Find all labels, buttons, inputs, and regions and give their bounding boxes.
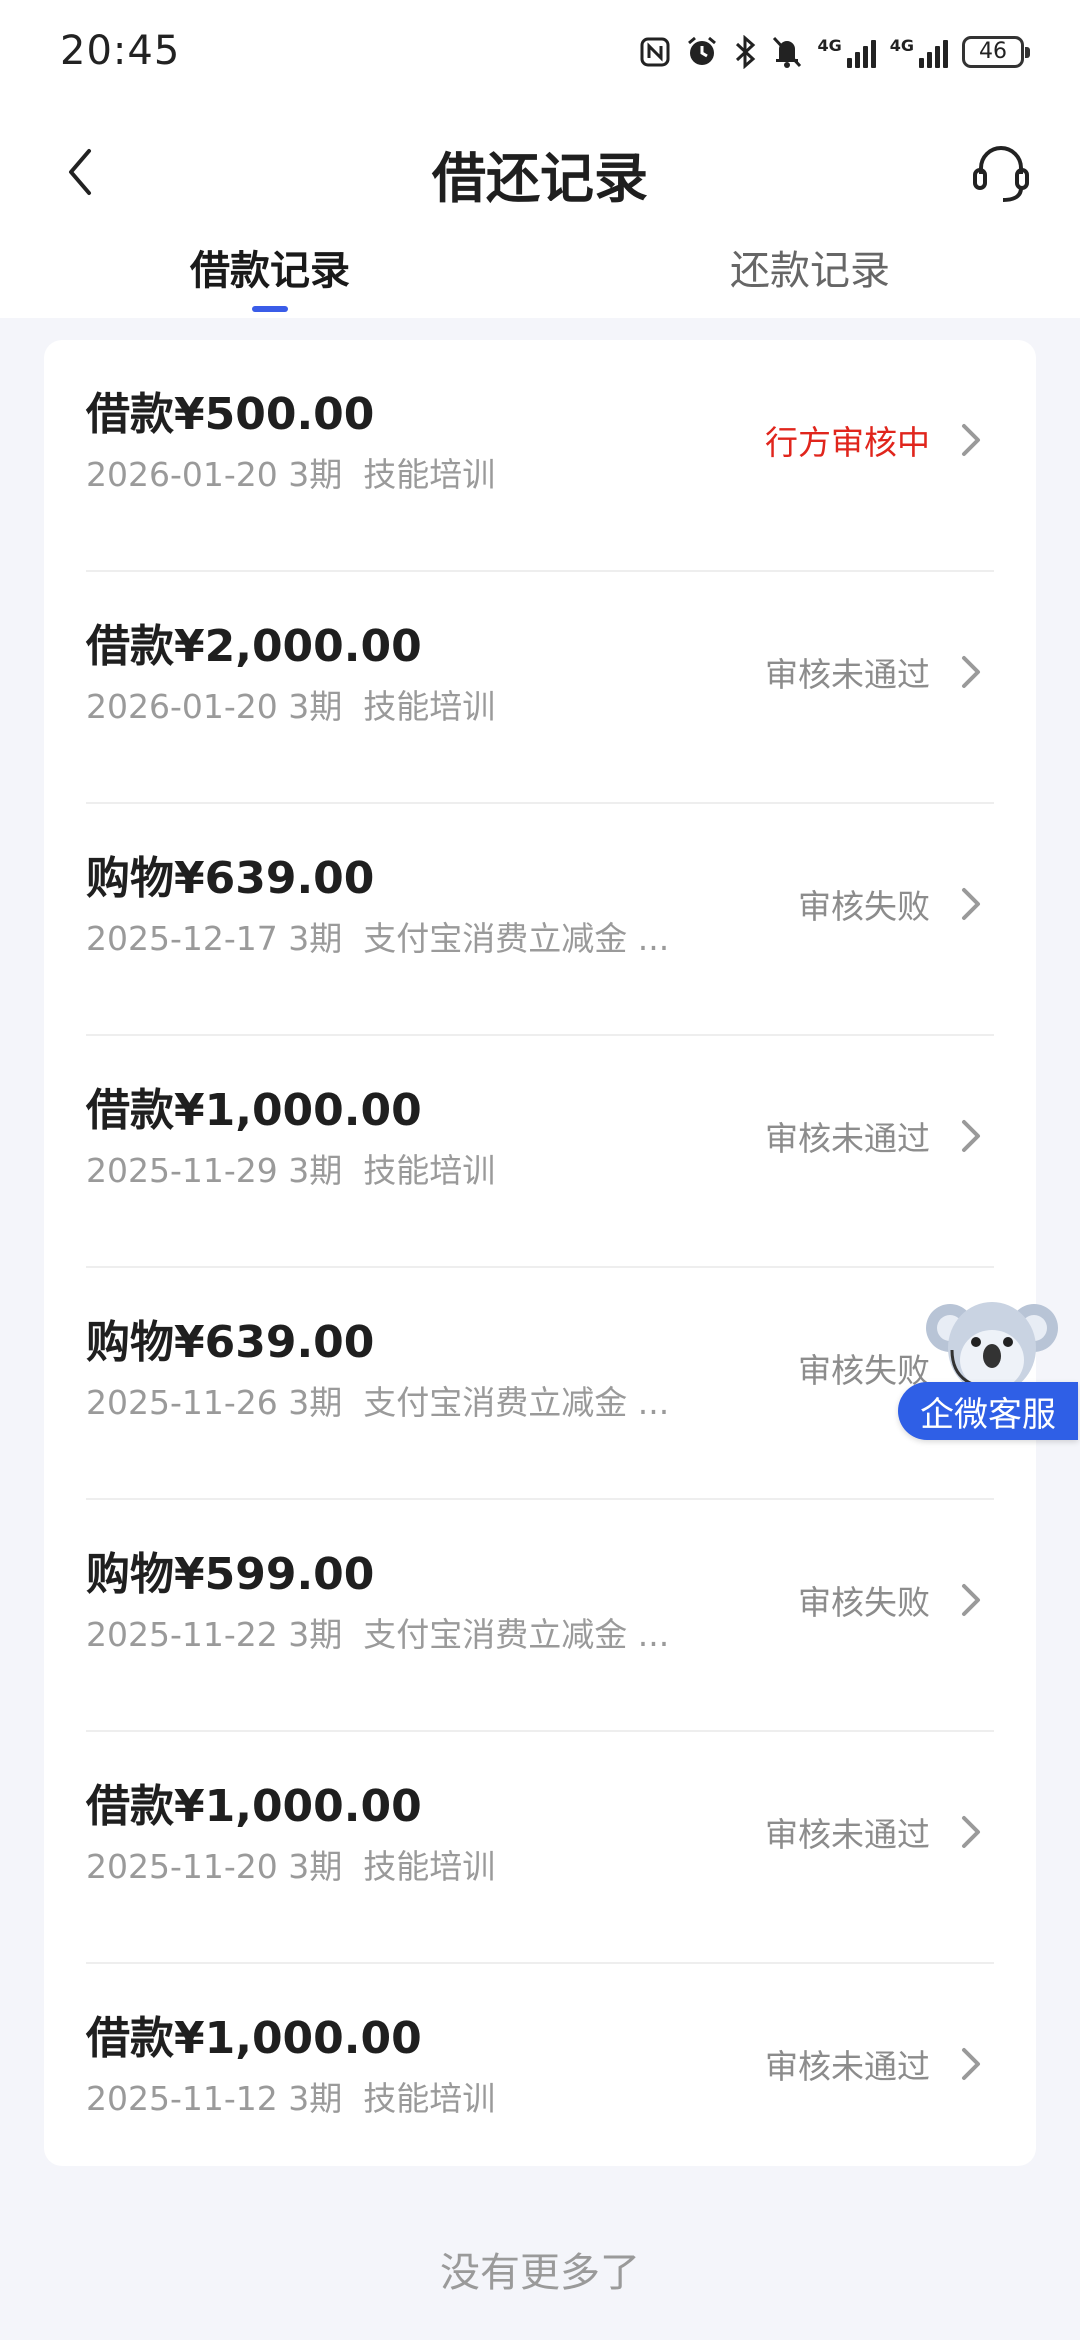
record-row[interactable]: 购物¥599.00 2025-11-22 3期 支付宝消费立减金 ... 审核失… — [44, 1500, 1036, 1732]
record-purpose: 技能培训 — [363, 2079, 496, 2118]
chevron-right-icon — [962, 888, 980, 920]
record-date: 2026-01-20 — [86, 455, 278, 494]
record-status: 审核未通过 — [765, 1119, 930, 1158]
record-purpose: 技能培训 — [363, 1151, 496, 1190]
record-date: 2025-11-29 — [86, 1151, 278, 1190]
record-purpose: 支付宝消费立减金 ... — [363, 1615, 670, 1654]
status-time: 20:45 — [60, 28, 181, 74]
status-bar: 20:45 4G 4G 46 — [0, 0, 1080, 110]
nfc-icon — [640, 37, 670, 67]
record-row[interactable]: 借款¥1,000.00 2025-11-12 3期 技能培训 审核未通过 — [44, 1964, 1036, 2196]
record-status: 审核未通过 — [765, 2047, 930, 2086]
record-term: 3期 — [288, 455, 343, 494]
record-amount: 借款¥1,000.00 — [86, 1085, 422, 1136]
chevron-right-icon — [962, 1584, 980, 1616]
record-amount: 购物¥599.00 — [86, 1549, 375, 1600]
record-purpose: 技能培训 — [363, 687, 496, 726]
record-amount: 购物¥639.00 — [86, 1317, 375, 1368]
record-row[interactable]: 借款¥1,000.00 2025-11-29 3期 技能培训 审核未通过 — [44, 1036, 1036, 1268]
record-status: 行方审核中 — [765, 423, 930, 462]
tab-repay-records[interactable]: 还款记录 — [710, 238, 910, 318]
status-icons: 4G 4G 46 — [639, 30, 1030, 74]
record-term: 3期 — [288, 919, 343, 958]
record-meta: 2025-11-29 3期 技能培训 — [86, 1144, 495, 1192]
record-term: 3期 — [288, 1615, 343, 1654]
record-meta: 2025-11-22 3期 支付宝消费立减金 ... — [86, 1608, 669, 1656]
record-date: 2025-12-17 — [86, 919, 278, 958]
record-date: 2025-11-20 — [86, 1847, 278, 1886]
record-amount: 借款¥1,000.00 — [86, 1781, 422, 1832]
signal-4g-icon: 4G — [817, 36, 876, 68]
record-status: 审核失败 — [798, 1583, 930, 1622]
chevron-right-icon — [962, 1120, 980, 1152]
record-row[interactable]: 借款¥500.00 2026-01-20 3期 技能培训 行方审核中 — [44, 340, 1036, 572]
signal-4g-icon: 4G — [890, 36, 948, 68]
record-term: 3期 — [288, 687, 343, 726]
tab-borrow-records[interactable]: 借款记录 — [170, 238, 370, 318]
header-area: 20:45 4G 4G 46 借还记录 借款记录 还款记录 — [0, 0, 1080, 318]
record-date: 2025-11-26 — [86, 1383, 278, 1422]
bluetooth-icon — [736, 35, 756, 69]
signal-label: 4G — [817, 36, 842, 55]
tab-label: 借款记录 — [190, 248, 350, 294]
record-amount: 借款¥500.00 — [86, 389, 375, 440]
chevron-right-icon — [962, 1816, 980, 1848]
active-tab-indicator — [252, 306, 288, 312]
record-meta: 2026-01-20 3期 技能培训 — [86, 680, 495, 728]
record-term: 3期 — [288, 1151, 343, 1190]
record-row[interactable]: 借款¥2,000.00 2026-01-20 3期 技能培训 审核未通过 — [44, 572, 1036, 804]
chevron-right-icon — [962, 424, 980, 456]
floating-service-button[interactable]: 企微客服 — [898, 1290, 1080, 1440]
record-term: 3期 — [288, 1383, 343, 1422]
floating-service-label: 企微客服 — [898, 1382, 1078, 1440]
record-meta: 2025-11-26 3期 支付宝消费立减金 ... — [86, 1376, 669, 1424]
signal-label: 4G — [889, 36, 914, 55]
record-date: 2025-11-12 — [86, 2079, 278, 2118]
record-status: 审核未通过 — [765, 1815, 930, 1854]
record-row[interactable]: 借款¥1,000.00 2025-11-20 3期 技能培训 审核未通过 — [44, 1732, 1036, 1964]
headset-icon — [973, 146, 1029, 202]
record-status: 审核未通过 — [765, 655, 930, 694]
mute-icon — [773, 36, 802, 68]
record-term: 3期 — [288, 1847, 343, 1886]
record-row[interactable]: 购物¥639.00 2025-12-17 3期 支付宝消费立减金 ... 审核失… — [44, 804, 1036, 1036]
record-purpose: 技能培训 — [363, 455, 496, 494]
record-amount: 借款¥2,000.00 — [86, 621, 422, 672]
record-meta: 2025-12-17 3期 支付宝消费立减金 ... — [86, 912, 669, 960]
page-title: 借还记录 — [432, 147, 648, 210]
battery-icon: 46 — [962, 36, 1030, 68]
record-meta: 2026-01-20 3期 技能培训 — [86, 448, 495, 496]
record-date: 2025-11-22 — [86, 1615, 278, 1654]
record-meta: 2025-11-20 3期 技能培训 — [86, 1840, 495, 1888]
record-row[interactable]: 购物¥639.00 2025-11-26 3期 支付宝消费立减金 ... 审核失… — [44, 1268, 1036, 1500]
customer-service-button[interactable] — [966, 138, 1036, 208]
record-status: 审核失败 — [798, 887, 930, 926]
chevron-right-icon — [962, 656, 980, 688]
record-term: 3期 — [288, 2079, 343, 2118]
record-amount: 借款¥1,000.00 — [86, 2013, 422, 2064]
record-purpose: 支付宝消费立减金 ... — [363, 919, 670, 958]
record-purpose: 支付宝消费立减金 ... — [363, 1383, 670, 1422]
record-amount: 购物¥639.00 — [86, 853, 375, 904]
record-date: 2026-01-20 — [86, 687, 278, 726]
no-more-text: 没有更多了 — [440, 2250, 640, 2296]
record-meta: 2025-11-12 3期 技能培训 — [86, 2072, 495, 2120]
records-card: 借款¥500.00 2026-01-20 3期 技能培训 行方审核中 借款¥2,… — [44, 340, 1036, 2166]
record-tabs: 借款记录 还款记录 — [0, 238, 1080, 318]
alarm-icon — [688, 36, 717, 65]
record-purpose: 技能培训 — [363, 1847, 496, 1886]
tab-label: 还款记录 — [730, 248, 890, 294]
chevron-right-icon — [962, 2048, 980, 2080]
nav-bar: 借还记录 — [0, 118, 1080, 226]
